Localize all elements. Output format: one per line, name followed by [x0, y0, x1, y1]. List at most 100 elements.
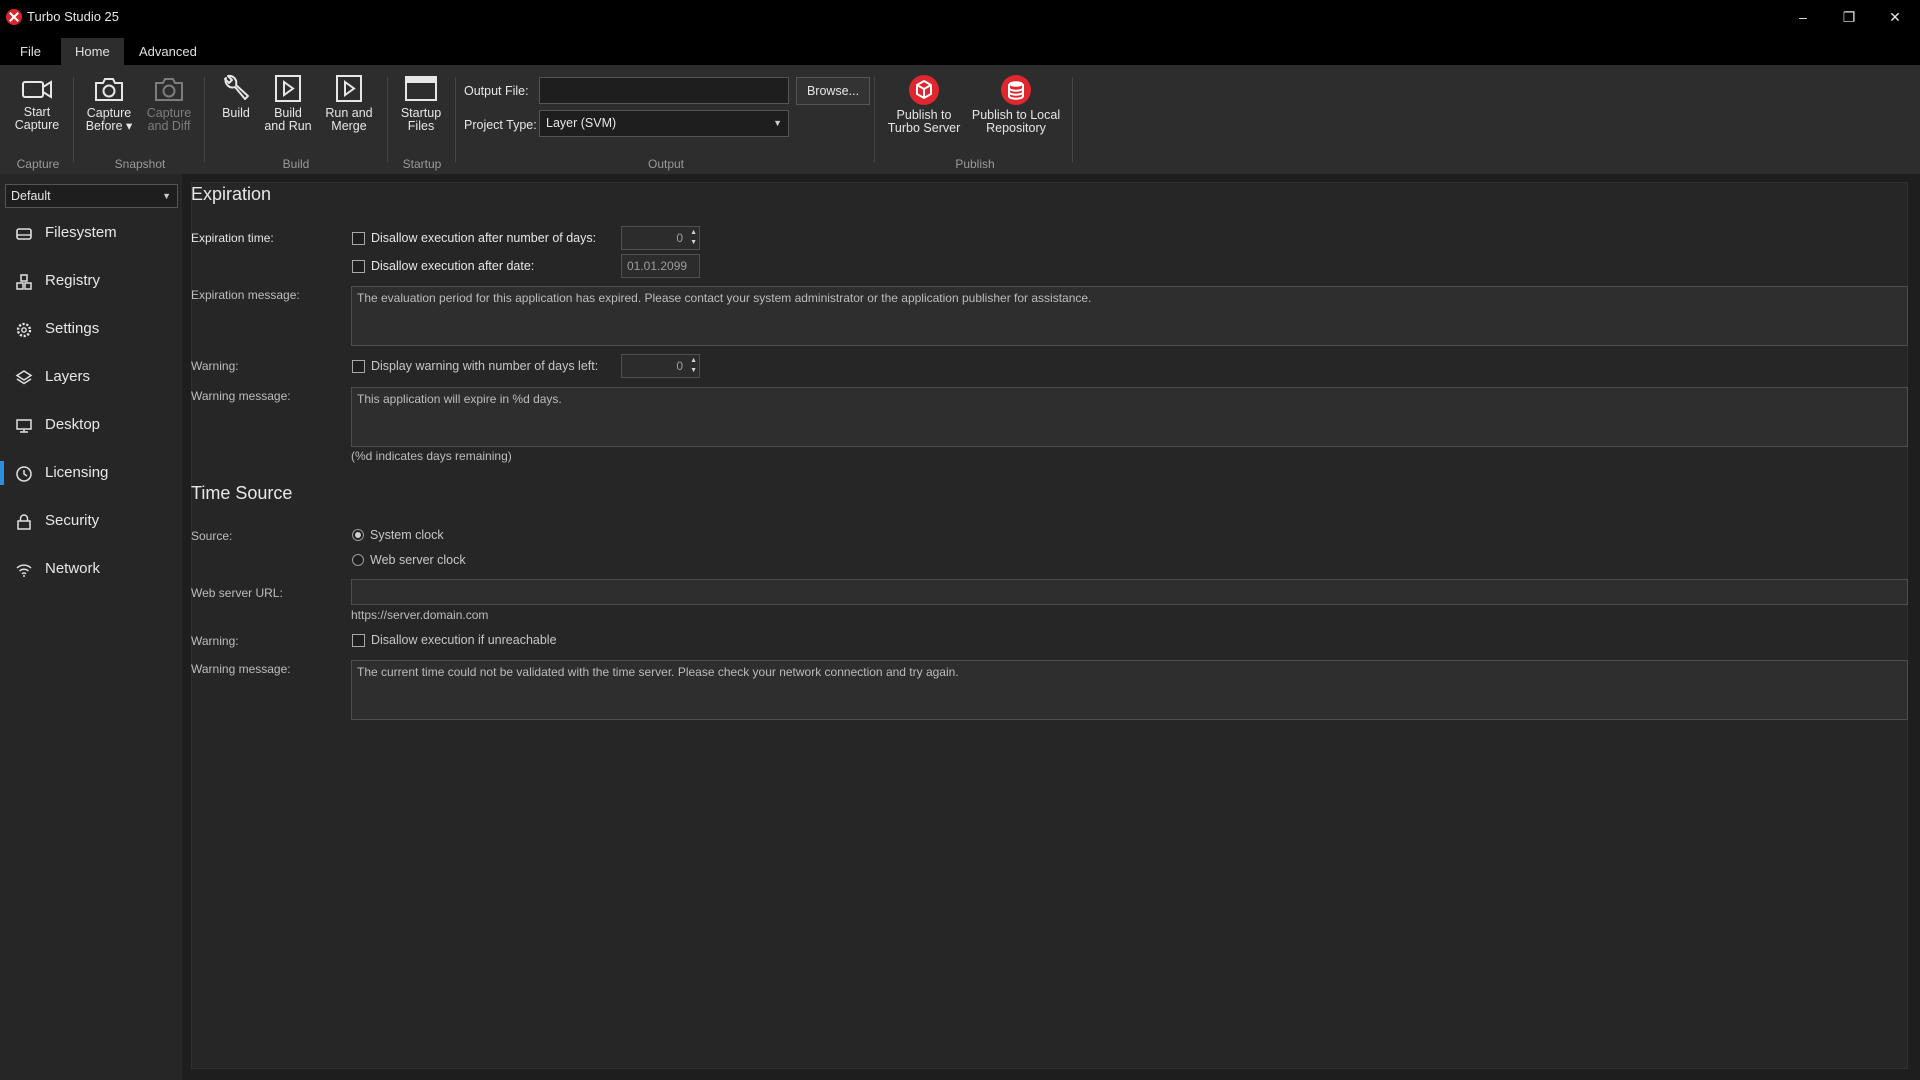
warning-label: Warning: — [191, 359, 239, 373]
ribbon-separator — [204, 77, 205, 162]
restore-button[interactable]: ❐ — [1826, 0, 1872, 34]
close-button[interactable]: ✕ — [1872, 0, 1918, 34]
menu-bar — [0, 34, 1920, 65]
system-clock-label: System clock — [370, 528, 444, 542]
publish-to-turbo-server-button[interactable]: Publish to Turbo Server — [882, 74, 966, 135]
stepper-arrows-icon[interactable]: ▲ ▼ — [690, 228, 697, 248]
sidebar-item-network[interactable]: Network — [0, 549, 182, 589]
capture-before-button[interactable]: Capture Before ▾ — [80, 74, 138, 133]
sidebar-item-layers[interactable]: Layers — [0, 357, 182, 397]
build-and-run-button[interactable]: Build and Run — [262, 74, 314, 133]
wifi-icon — [16, 564, 32, 577]
tab-advanced[interactable]: Advanced — [125, 38, 211, 65]
lock-icon — [17, 514, 31, 530]
chevron-down-icon: ▼ — [773, 118, 782, 128]
monitor-icon — [16, 419, 32, 433]
tab-home[interactable]: Home — [61, 38, 124, 65]
warning-days-value: 0 — [676, 359, 683, 373]
registry-icon — [16, 274, 32, 290]
project-type-label: Project Type: — [464, 118, 537, 132]
stepper-arrows-icon[interactable]: ▲ ▼ — [690, 356, 697, 376]
start-capture-button[interactable]: Start Capture — [9, 74, 65, 132]
minimize-button[interactable]: – — [1780, 0, 1826, 34]
ribbon-separator — [455, 77, 456, 162]
startup-files-button[interactable]: Startup Files — [395, 74, 447, 133]
play-icon — [336, 75, 362, 102]
cloud-publish-icon — [909, 75, 939, 105]
output-file-input[interactable] — [539, 77, 789, 104]
warning-message-textarea[interactable]: This application will expire in %d days. — [351, 387, 1908, 447]
drive-icon — [16, 228, 32, 240]
app-logo-icon — [6, 9, 22, 25]
ribbon-separator — [874, 77, 875, 162]
days-stepper[interactable]: 0 ▲ ▼ — [621, 226, 700, 250]
layers-icon — [15, 370, 33, 385]
web-server-clock-label: Web server clock — [370, 553, 466, 567]
web-server-url-label: Web server URL: — [191, 586, 283, 600]
wrench-icon — [224, 74, 249, 100]
database-publish-icon — [1001, 75, 1031, 105]
disallow-if-unreachable-label: Disallow execution if unreachable — [371, 633, 557, 647]
expiration-date-input[interactable]: 01.01.2099 — [621, 254, 700, 278]
warning-days-stepper[interactable]: 0 ▲ ▼ — [621, 354, 700, 378]
source-label: Source: — [191, 529, 233, 543]
video-camera-icon — [22, 80, 52, 99]
camera-icon — [95, 78, 123, 101]
camera-icon — [155, 78, 183, 101]
disallow-after-date-label: Disallow execution after date: — [371, 259, 535, 273]
display-warning-label: Display warning with number of days left… — [371, 359, 599, 373]
section-title-time-source: Time Source — [191, 483, 293, 503]
sidebar-item-desktop[interactable]: Desktop — [0, 405, 182, 445]
ribbon-separator — [1072, 77, 1073, 162]
disallow-after-days-label: Disallow execution after number of days: — [371, 231, 597, 245]
display-warning-checkbox[interactable] — [352, 360, 365, 373]
web-server-url-hint: https://server.domain.com — [351, 608, 489, 622]
profile-select[interactable]: Default ▼ — [5, 184, 178, 208]
group-label-publish: Publish — [955, 157, 995, 171]
warning-message-label: Warning message: — [191, 389, 291, 403]
expiration-message-label: Expiration message: — [191, 288, 300, 302]
project-type-value: Layer (SVM) — [546, 116, 617, 130]
run-and-merge-button[interactable]: Run and Merge — [318, 74, 380, 133]
expiration-time-label: Expiration time: — [191, 231, 274, 245]
build-button[interactable]: Build — [214, 74, 258, 120]
chevron-down-icon: ▼ — [162, 191, 171, 201]
web-server-url-input[interactable] — [351, 579, 1908, 605]
sidebar-item-licensing[interactable]: Licensing — [0, 453, 182, 493]
group-label-snapshot: Snapshot — [114, 157, 166, 171]
ribbon-separator — [387, 77, 388, 162]
play-icon — [275, 75, 301, 102]
sidebar-item-settings[interactable]: Settings — [0, 309, 182, 349]
time-warning-label: Warning: — [191, 634, 239, 648]
title-bar — [0, 0, 1920, 34]
warning-message-hint: (%d indicates days remaining) — [351, 449, 512, 463]
time-warning-message-textarea[interactable]: The current time could not be validated … — [351, 660, 1908, 720]
sidebar-item-filesystem[interactable]: Filesystem — [0, 213, 182, 253]
disallow-after-days-checkbox[interactable] — [352, 232, 365, 245]
capture-and-diff-button[interactable]: Capture and Diff — [140, 74, 198, 133]
expiration-message-textarea[interactable]: The evaluation period for this applicati… — [351, 286, 1908, 346]
group-label-startup: Startup — [402, 157, 442, 171]
browse-button[interactable]: Browse... — [796, 77, 870, 105]
publish-to-local-repository-button[interactable]: Publish to Local Repository — [968, 74, 1064, 135]
project-type-select[interactable]: Layer (SVM) ▼ — [539, 110, 789, 137]
ribbon-separator — [73, 77, 74, 162]
disallow-after-date-checkbox[interactable] — [352, 260, 365, 273]
sidebar-item-security[interactable]: Security — [0, 501, 182, 541]
window-title: Turbo Studio 25 — [27, 9, 120, 24]
web-server-clock-radio[interactable] — [352, 554, 364, 566]
profile-value: Default — [11, 189, 51, 203]
system-clock-radio[interactable] — [352, 529, 364, 541]
days-value: 0 — [676, 231, 683, 245]
gear-icon — [16, 322, 32, 338]
output-file-label: Output File: — [464, 84, 529, 98]
section-title-expiration: Expiration — [191, 184, 272, 204]
tab-file[interactable]: File — [6, 38, 55, 65]
disallow-if-unreachable-checkbox[interactable] — [352, 634, 365, 647]
group-label-capture: Capture — [16, 157, 60, 171]
group-label-output: Output — [647, 157, 685, 171]
window-icon — [405, 76, 437, 101]
sidebar-item-registry[interactable]: Registry — [0, 261, 182, 301]
clock-icon — [16, 466, 32, 482]
time-warning-message-label: Warning message: — [191, 662, 291, 676]
